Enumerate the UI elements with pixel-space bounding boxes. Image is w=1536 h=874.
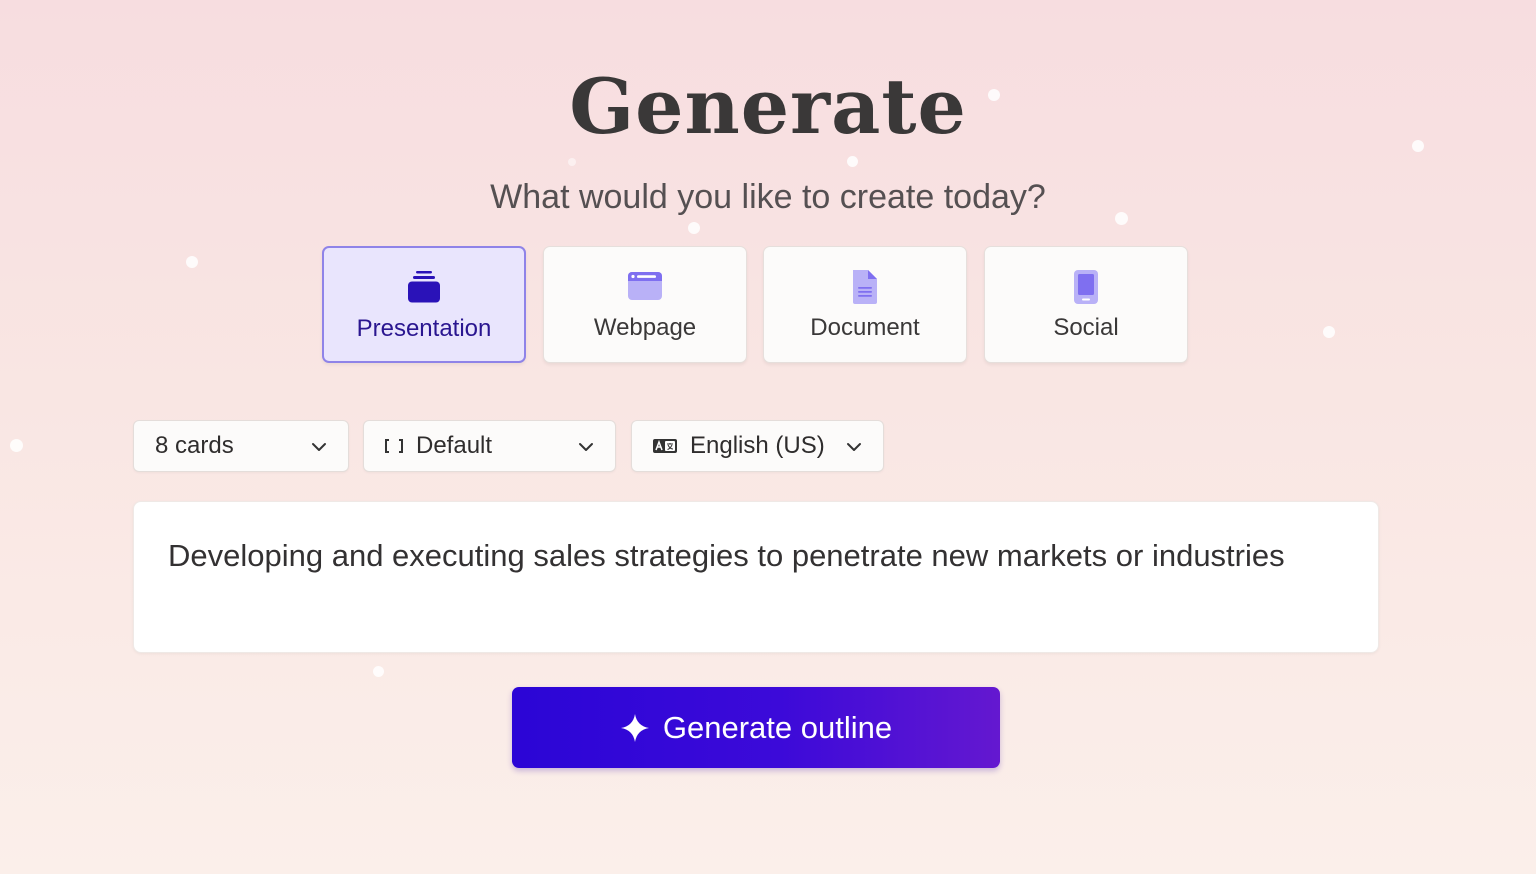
prompt-input[interactable]: Developing and executing sales strategie… <box>133 501 1379 653</box>
page-subtitle: What would you like to create today? <box>490 178 1046 216</box>
language-select[interactable]: English (US) <box>631 420 884 472</box>
card-count-select[interactable]: 8 cards <box>133 420 349 472</box>
type-card-presentation[interactable]: Presentation <box>322 246 526 363</box>
chevron-down-icon <box>577 438 595 456</box>
chevron-down-icon <box>845 438 863 456</box>
card-count-value: 8 cards <box>155 432 234 459</box>
background-sparkle <box>1323 326 1335 338</box>
webpage-browser-icon <box>627 269 663 305</box>
type-card-label: Presentation <box>356 315 492 342</box>
type-card-label: Document <box>810 314 920 341</box>
background-sparkle <box>373 666 384 677</box>
page-title: Generate <box>569 62 967 151</box>
type-card-document[interactable]: Document <box>763 246 967 363</box>
document-icon <box>847 269 883 305</box>
mobile-phone-icon <box>1068 269 1104 305</box>
background-sparkle <box>10 439 23 452</box>
background-sparkle <box>186 256 198 268</box>
format-select[interactable]: Default <box>363 420 616 472</box>
presentation-stack-icon <box>406 270 442 306</box>
generate-outline-button[interactable]: Generate outline <box>512 687 1000 768</box>
background-sparkle <box>847 156 858 167</box>
background-sparkle <box>568 158 576 166</box>
language-value: English (US) <box>690 432 825 459</box>
type-card-label: Social <box>1053 314 1119 341</box>
generate-outline-label: Generate outline <box>662 709 893 745</box>
sparkle-icon <box>620 713 650 743</box>
type-card-label: Webpage <box>593 314 697 341</box>
type-card-webpage[interactable]: Webpage <box>543 246 747 363</box>
format-value: Default <box>416 432 493 459</box>
background-sparkle <box>688 222 700 234</box>
language-translate-icon <box>652 438 678 454</box>
type-card-social[interactable]: Social <box>984 246 1188 363</box>
chevron-down-icon <box>310 438 328 456</box>
frame-brackets-icon <box>384 437 404 455</box>
